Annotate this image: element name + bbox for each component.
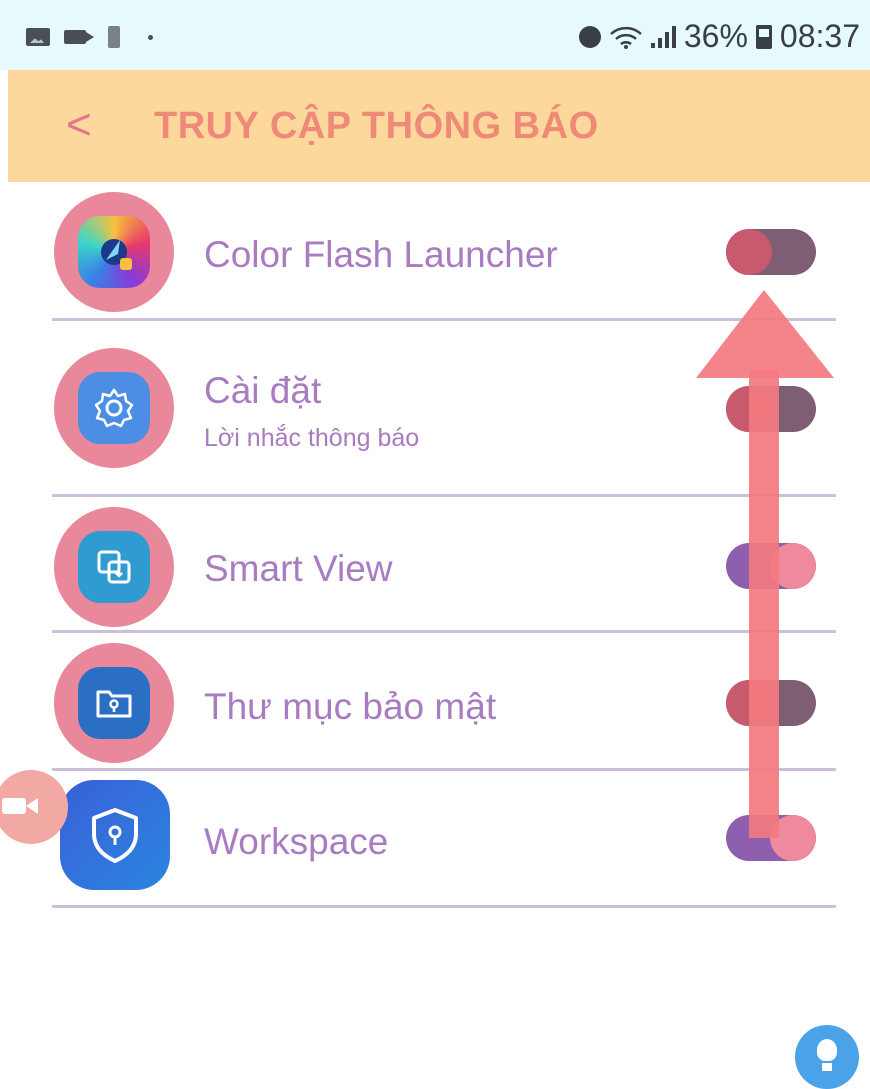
system-status: 36% 08:37	[578, 18, 860, 55]
more-notifications-dot-icon	[148, 34, 153, 40]
video-notification-icon	[64, 30, 94, 44]
floating-recorder-button[interactable]	[0, 770, 68, 844]
app-subtitle: Lời nhắc thông báo	[204, 424, 420, 452]
battery-percent: 36%	[683, 18, 748, 54]
app-name: Workspace	[204, 821, 389, 862]
lightbulb-hint-button[interactable]	[795, 1025, 859, 1089]
back-button[interactable]: <	[66, 103, 92, 147]
divider	[52, 630, 836, 633]
signal-icon	[650, 25, 676, 48]
divider	[52, 905, 836, 908]
notification-access-toggle[interactable]	[726, 815, 816, 861]
page-title: TRUY CẬP THÔNG BÁO	[154, 105, 599, 147]
app-header: < TRUY CẬP THÔNG BÁO	[8, 70, 870, 182]
notification-access-toggle[interactable]	[726, 543, 816, 589]
wifi-icon	[610, 26, 642, 49]
app-name: Thư mục bảo mật	[204, 686, 497, 727]
divider	[52, 318, 836, 321]
notification-access-toggle[interactable]	[726, 680, 816, 726]
alarm-icon	[578, 25, 601, 48]
smart-view-icon	[78, 531, 150, 603]
phone-notification-icon	[108, 26, 120, 48]
app-name: Cài đặt	[204, 370, 322, 411]
app-name: Smart View	[204, 548, 393, 589]
battery-icon	[755, 24, 772, 49]
color-flash-launcher-icon	[78, 216, 150, 288]
workspace-shield-icon	[60, 780, 170, 890]
divider	[52, 768, 836, 771]
settings-gear-icon	[78, 372, 150, 444]
app-name: Color Flash Launcher	[204, 234, 558, 275]
gallery-notification-icon	[26, 28, 50, 46]
secure-folder-icon	[78, 667, 150, 739]
divider	[52, 494, 836, 497]
notification-icons	[26, 26, 153, 48]
notification-access-toggle[interactable]	[726, 386, 816, 432]
clock: 08:37	[779, 18, 860, 54]
notification-access-toggle[interactable]	[726, 229, 816, 275]
status-bar: 36% 08:37	[0, 0, 870, 70]
